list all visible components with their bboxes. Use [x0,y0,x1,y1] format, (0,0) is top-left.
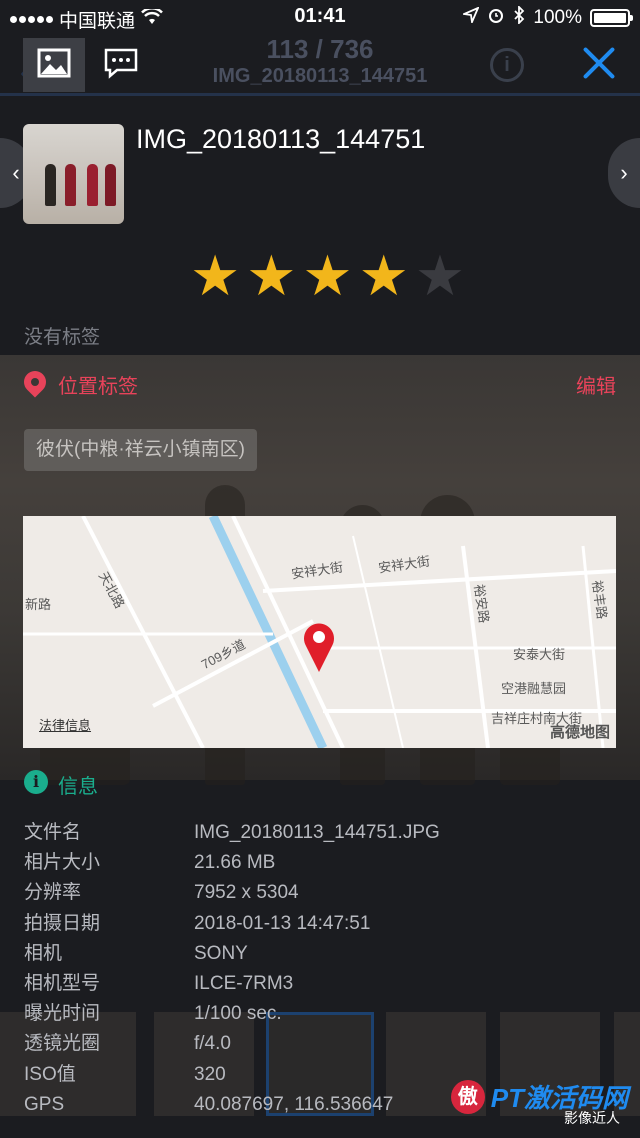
info-row: 相机 SONY [24,939,624,969]
counter-label: 113 / 736 [266,34,374,64]
map-street-label: 新路 [25,597,52,612]
info-row: 曝光时间 1/100 sec. [24,999,624,1029]
location-header: 位置标签 编辑 [19,366,616,399]
photo-title: IMG_20180113_144751 [136,124,426,154]
info-value: ILCE-7RM3 [194,972,294,994]
location-address[interactable]: 彼伏(中粮·祥云小镇南区) [24,429,257,471]
info-value: SONY [194,942,248,964]
bluetooth-icon [513,4,525,30]
star-icon[interactable]: ★ [415,248,465,304]
close-button[interactable] [582,46,616,80]
info-key: 相机型号 [24,972,101,994]
info-value: 21.66 MB [194,852,276,874]
watermark: 傲 PT激活码网 影像近人 [450,1078,628,1126]
location-edit-button[interactable]: 编辑 [576,370,616,399]
location-arrow-icon [461,6,481,29]
info-toggle-icon[interactable]: i [490,48,524,82]
photo-thumbnail[interactable] [23,124,124,224]
info-value: 1/100 sec. [194,1003,282,1025]
info-value: 320 [194,1063,226,1085]
info-value: IMG_20180113_144751.JPG [194,822,440,843]
info-key: 拍摄日期 [24,912,101,934]
info-value: 40.087697, 116.536647 [194,1093,394,1115]
info-key: GPS [24,1093,65,1115]
map-street-label: 安泰大街 [513,647,566,662]
info-row: 相机型号 ILCE-7RM3 [24,969,624,999]
map-legal-link[interactable]: 法律信息 [39,715,91,734]
header-divider [0,93,640,96]
info-row: 文件名 IMG_20180113_144751.JPG [24,818,624,848]
header-filename: IMG_20180113_144751 [212,65,428,87]
location-pin-icon [19,366,51,398]
star-icon[interactable]: ★ [246,248,296,304]
photo-counter: 113 / 736 IMG_20180113_144751 [0,34,640,88]
info-key: 曝光时间 [24,1003,101,1025]
battery-percent: 100% [533,7,582,28]
info-key: 相机 [24,942,63,964]
info-row: 透镜光圈 f/4.0 [24,1029,624,1059]
star-rating[interactable]: ★ ★ ★ ★ ★ [190,248,465,304]
status-bar: 中国联通 01:41 100% [0,0,640,34]
info-key: 文件名 [24,822,82,843]
watermark-subtitle: 影像近人 [564,1110,620,1126]
info-details: 文件名 IMG_20180113_144751.JPG 相片大小 21.66 MB … [24,818,624,1120]
watermark-logo: 傲 [450,1079,485,1114]
top-toolbar: ‹ 回 113 / 736 IMG_20180113_144751 i [0,34,640,96]
info-row: 相片大小 21.66 MB [24,848,624,878]
star-icon[interactable]: ★ [190,248,240,304]
info-icon: i [24,770,48,794]
battery-icon [590,9,633,27]
location-label: 位置标签 [58,376,138,398]
chevron-left-icon: ‹ [12,160,20,185]
info-key: 分辨率 [24,882,82,904]
info-key: 相片大小 [24,852,101,874]
location-map[interactable]: 安祥大街 安祥大街 天北路 裕安路 裕丰路 709乡道 新路 安泰大街 空港融慧… [23,516,616,748]
map-provider-logo: 高德地图 [549,724,610,741]
info-row: 拍摄日期 2018-01-13 14:47:51 [24,909,624,939]
info-section-title: 信息 [58,776,98,798]
chevron-right-icon: › [620,160,628,185]
info-value: f/4.0 [194,1033,231,1055]
info-value: 7952 x 5304 [194,882,299,904]
info-row: 分辨率 7952 x 5304 [24,878,624,908]
alarm-icon [487,6,505,30]
star-icon[interactable]: ★ [359,248,409,304]
next-photo-button[interactable]: › [608,138,640,208]
info-key: 透镜光圈 [24,1033,101,1055]
info-key: ISO值 [24,1063,76,1085]
map-poi-label: 空港融慧园 [501,681,567,696]
star-icon[interactable]: ★ [302,248,352,304]
info-value: 2018-01-13 14:47:51 [194,912,371,934]
tags-empty-label: 没有标签 [24,327,101,348]
